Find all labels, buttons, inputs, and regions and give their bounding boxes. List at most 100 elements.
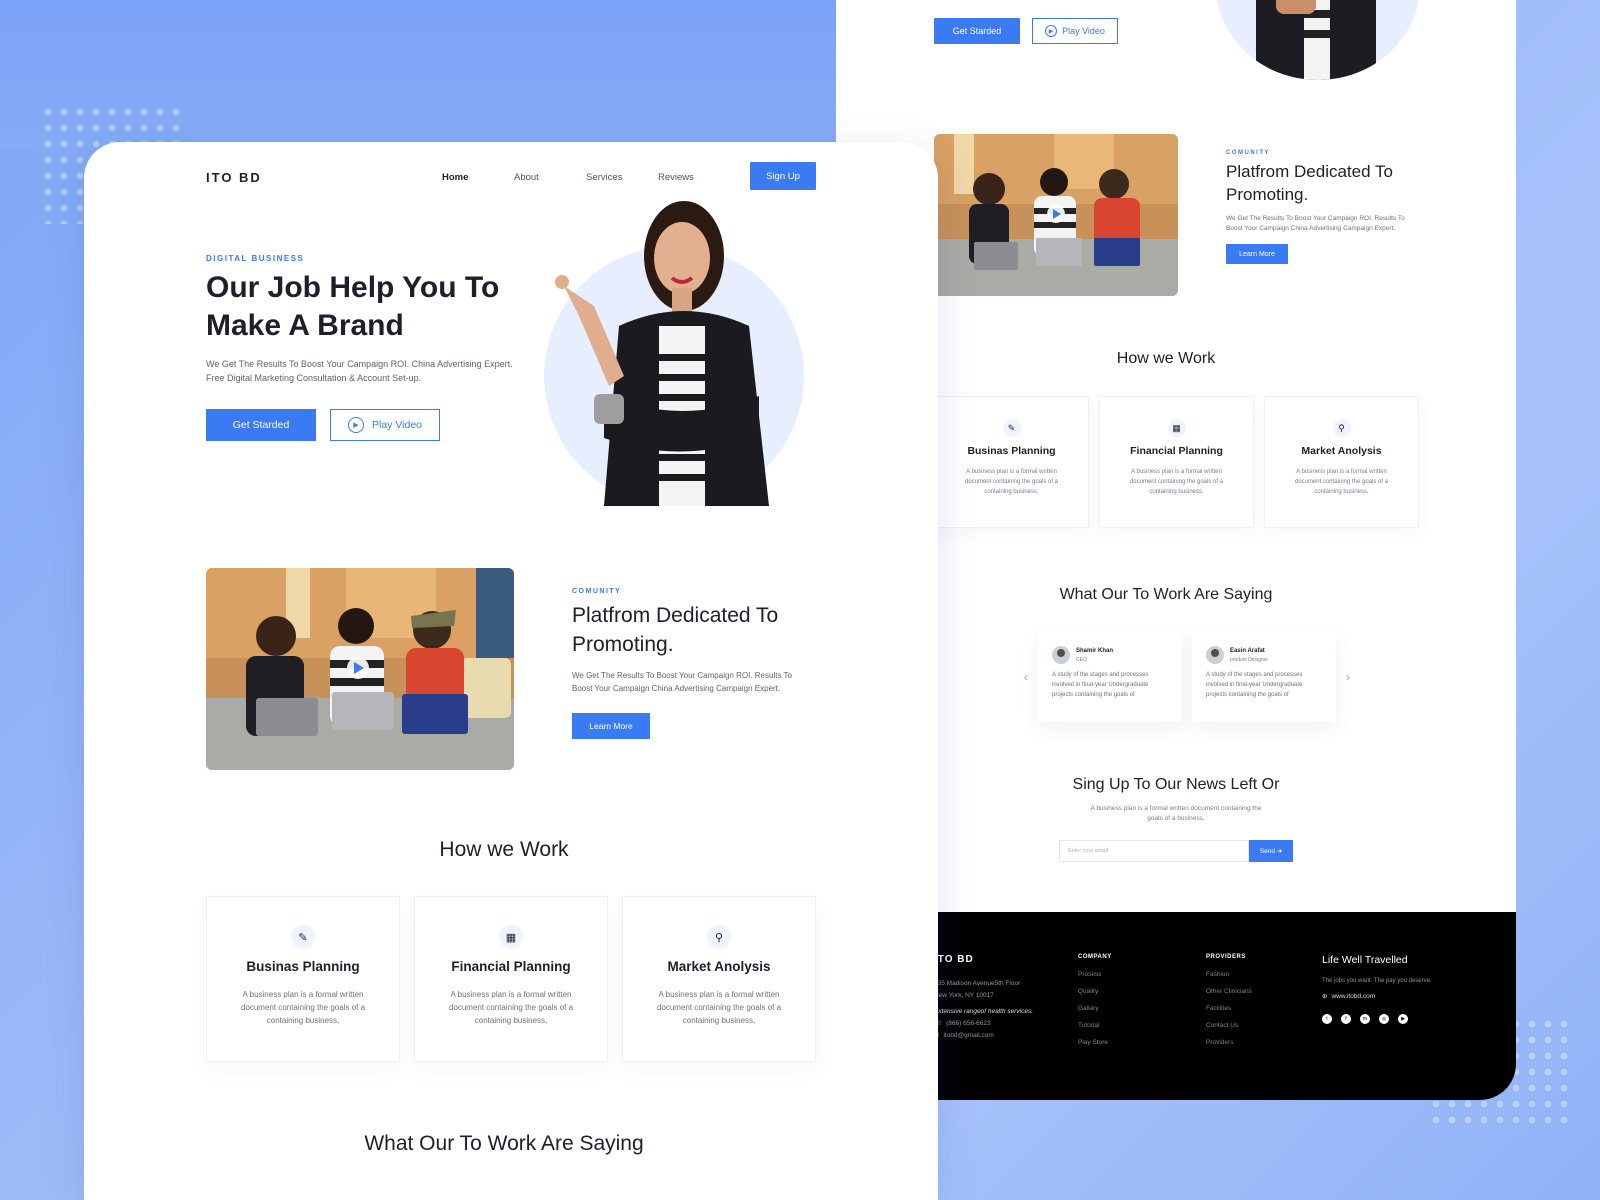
footer-link[interactable]: Fashion	[1206, 966, 1252, 983]
address-line: New York, NY 10017	[934, 992, 994, 999]
send-button[interactable]: Send ➔	[1249, 840, 1293, 862]
footer-link[interactable]: Facilities	[1206, 1000, 1252, 1017]
footer-tagline: Extensive rangeof health services.	[934, 1008, 1033, 1015]
social-links: t f m ◎ ▶	[1322, 1014, 1432, 1024]
footer-link[interactable]: Contact Us	[1206, 1017, 1252, 1034]
hero-buttons: Get Starded ▶ Play Video	[934, 18, 1118, 44]
footer-link[interactable]: Other Clinicians	[1206, 983, 1252, 1000]
instagram-icon[interactable]: ◎	[1379, 1014, 1389, 1024]
facebook-icon[interactable]: f	[1341, 1014, 1351, 1024]
work-card[interactable]: ✎ Businas Planning A business plan is a …	[206, 896, 400, 1062]
planning-icon: ✎	[1002, 419, 1021, 437]
play-icon: ▶	[1045, 25, 1058, 37]
hero-description: We Get The Results To Boost Your Campaig…	[206, 359, 513, 383]
hero-title-line: Make A Brand	[206, 309, 404, 342]
phone-contact: ☏ (866) 656-6623	[934, 1018, 1064, 1030]
hero-title: Our Job Help You To Make A Brand	[206, 269, 516, 345]
youtube-icon[interactable]: ▶	[1398, 1014, 1408, 1024]
email-contact: ✉itobd@gmail.com	[934, 1030, 1064, 1042]
footer-column-title: COMPANY	[1078, 954, 1112, 960]
work-card[interactable]: ▦ Financial Planning A business plan is …	[414, 896, 608, 1062]
testimonial-text: A study of the stages and processes invo…	[1052, 672, 1149, 698]
testimonial-role: CEO	[1076, 656, 1087, 663]
footer-column-title: PROVIDERS	[1206, 954, 1246, 960]
landing-page-preview-left: ITO BD Home About Services Reviews Sign …	[84, 142, 938, 1200]
community-photo	[934, 134, 1178, 296]
promo-title: Platfrom Dedicated To Promoting.	[572, 604, 779, 656]
testimonial-text: A study of the stages and processes invo…	[1206, 672, 1303, 698]
get-started-button[interactable]: Get Starded	[934, 18, 1020, 44]
testimonial-card: Shamir Khan CEO A study of the stages an…	[1038, 632, 1182, 722]
newsletter-description: A business plan is a formal written docu…	[1090, 805, 1262, 822]
newsletter-title: Sing Up To Our News Left Or	[1072, 776, 1280, 793]
footer-about-title: Life Well Travelled	[1322, 954, 1408, 966]
work-card-desc: A business plan is a formal written docu…	[656, 990, 782, 1025]
work-card-desc: A business plan is a formal written docu…	[1129, 469, 1224, 495]
email-input[interactable]: Enter your email	[1059, 840, 1249, 862]
chevron-left-icon[interactable]: ‹	[1024, 670, 1028, 684]
messenger-icon[interactable]: m	[1360, 1014, 1370, 1024]
testimonial-name: Easin Arafat	[1230, 647, 1265, 654]
logo[interactable]: ITO BD	[206, 170, 262, 185]
footer-about: Life Well Travelled The jobs you want. T…	[1322, 954, 1432, 1024]
promo-section: COMUNITY Platfrom Dedicated To Promoting…	[1226, 150, 1406, 264]
twitter-icon[interactable]: t	[1322, 1014, 1332, 1024]
footer-link[interactable]: Quality	[1078, 983, 1112, 1000]
testimonial-role: product Designer	[1230, 656, 1269, 663]
work-card-desc: A business plan is a formal written docu…	[448, 990, 574, 1025]
footer-link[interactable]: Prosess	[1078, 966, 1112, 983]
get-started-button[interactable]: Get Starded	[206, 409, 316, 441]
promo-eyebrow: COMUNITY	[1226, 150, 1270, 156]
learn-more-button[interactable]: Learn More	[1226, 244, 1288, 264]
testimonial-card: Easin Arafat product Designer A study of…	[1192, 632, 1336, 722]
email-address: itobd@gmail.com	[943, 1032, 994, 1039]
landing-page-preview-right: Get Starded ▶ Play Video COMUNITY Platfr…	[836, 0, 1516, 1100]
footer-link[interactable]: Gallary	[1078, 1000, 1112, 1017]
finance-icon: ▦	[499, 925, 523, 949]
work-cards: ✎ Businas Planning A business plan is a …	[934, 396, 1419, 528]
website-url: www.itobd.com	[1331, 992, 1376, 1000]
nav-home[interactable]: Home	[442, 172, 514, 183]
work-card-title: Market Anolysis	[1301, 445, 1382, 457]
footer-address: 135 Madison Avenue5th Floor New York, NY…	[934, 978, 1064, 1042]
play-icon: ▶	[347, 417, 364, 433]
work-card[interactable]: ▦ Financial Planning A business plan is …	[1099, 396, 1254, 528]
promo-description: We Get The Results To Boost Your Campaig…	[572, 671, 792, 693]
work-card[interactable]: ⚲ Market Anolysis A business plan is a f…	[1264, 396, 1419, 528]
play-video-button[interactable]: ▶ Play Video	[330, 409, 440, 441]
hero-image	[524, 176, 824, 506]
avatar	[1206, 646, 1224, 664]
footer-link[interactable]: Tutorial	[1078, 1017, 1112, 1034]
footer-link[interactable]: Play Store	[1078, 1034, 1112, 1051]
promo-title: Platfrom Dedicated To Promoting.	[1226, 162, 1393, 204]
planning-icon: ✎	[291, 925, 315, 949]
footer-providers-column: PROVIDERS Fashion Other Clinicians Facil…	[1206, 954, 1252, 1051]
hero-image	[1216, 0, 1420, 80]
work-card-title: Businas Planning	[967, 445, 1056, 457]
promo-section: COMUNITY Platfrom Dedicated To Promoting…	[572, 588, 812, 739]
play-video-button[interactable]: ▶ Play Video	[1032, 18, 1118, 44]
hero-title-line: Our Job Help You To	[206, 271, 500, 304]
analysis-icon: ⚲	[1332, 419, 1351, 437]
testimonial-name: Shamir Khan	[1076, 647, 1114, 654]
analysis-icon: ⚲	[707, 925, 731, 949]
phone-number: (866) 656-6623	[946, 1020, 991, 1027]
hero-buttons: Get Starded ▶ Play Video	[206, 409, 516, 441]
footer-brand: ITO BD	[934, 954, 974, 965]
work-card-title: Financial Planning	[451, 959, 571, 974]
chevron-right-icon[interactable]: ›	[1346, 670, 1350, 684]
promo-eyebrow: COMUNITY	[572, 588, 622, 595]
work-card[interactable]: ⚲ Market Anolysis A business plan is a f…	[622, 896, 816, 1062]
work-card-desc: A business plan is a formal written docu…	[1294, 469, 1389, 495]
work-card[interactable]: ✎ Businas Planning A business plan is a …	[934, 396, 1089, 528]
newsletter-section: Sing Up To Our News Left Or A business p…	[836, 776, 1516, 862]
how-we-work-title: How we Work	[439, 838, 569, 861]
website-link[interactable]: ⊕ www.itobd.com	[1322, 992, 1432, 1001]
learn-more-button[interactable]: Learn More	[572, 713, 650, 739]
finance-icon: ▦	[1167, 419, 1186, 437]
testimonials-title: What Our To Work Are Saying	[364, 1132, 644, 1155]
play-video-label: Play Video	[371, 419, 422, 431]
hero-section: DIGITAL BUSINESS Our Job Help You To Mak…	[206, 254, 516, 441]
footer-link[interactable]: Providers	[1206, 1034, 1252, 1051]
footer-about-desc: The jobs you want. The pay you deserve.	[1322, 978, 1432, 984]
